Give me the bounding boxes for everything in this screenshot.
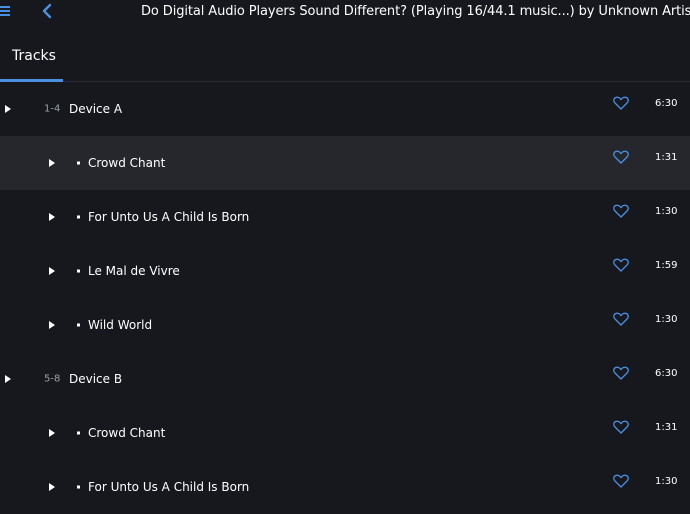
- group-row-device-b[interactable]: 5-8 Device B 6:30: [0, 352, 690, 406]
- duration: 1:30: [655, 206, 678, 217]
- heart-icon[interactable]: [613, 312, 629, 326]
- tab-tracks-label: Tracks: [12, 48, 56, 64]
- tab-tracks[interactable]: Tracks: [0, 26, 63, 82]
- top-bar: Do Digital Audio Players Sound Different…: [0, 0, 690, 26]
- bullet-icon: [77, 161, 80, 165]
- duration: 6:30: [655, 98, 678, 109]
- heart-icon[interactable]: [613, 258, 629, 272]
- heart-icon[interactable]: [613, 204, 629, 218]
- bullet-icon: [77, 269, 80, 273]
- play-icon[interactable]: [49, 159, 55, 167]
- group-row-device-a[interactable]: 1-4 Device A 6:30: [0, 82, 690, 136]
- duration: 1:31: [655, 152, 678, 163]
- group-title: Device B: [69, 372, 123, 386]
- heart-icon[interactable]: [613, 474, 629, 488]
- duration: 1:59: [655, 260, 678, 271]
- heart-icon[interactable]: [613, 420, 629, 434]
- page-title: Do Digital Audio Players Sound Different…: [141, 4, 690, 19]
- hamburger-menu-icon[interactable]: [0, 6, 10, 18]
- bullet-icon: [77, 215, 80, 219]
- track-title: Wild World: [88, 318, 153, 332]
- track-row[interactable]: Le Mal de Vivre 1:59: [0, 244, 690, 298]
- group-title: Device A: [69, 102, 123, 116]
- track-title: Crowd Chant: [88, 156, 166, 170]
- bullet-icon: [77, 485, 80, 489]
- play-icon[interactable]: [5, 375, 11, 383]
- heart-icon[interactable]: [613, 96, 629, 110]
- track-range: 5-8: [44, 373, 61, 385]
- track-list: 1-4 Device A 6:30 Crowd Chant 1:31 For U…: [0, 82, 690, 514]
- play-icon[interactable]: [49, 429, 55, 437]
- bullet-icon: [77, 323, 80, 327]
- track-range: 1-4: [44, 103, 61, 115]
- play-icon[interactable]: [49, 483, 55, 491]
- duration: 1:30: [655, 314, 678, 325]
- duration: 1:31: [655, 422, 678, 433]
- heart-icon[interactable]: [613, 366, 629, 380]
- track-row[interactable]: Wild World 1:30: [0, 298, 690, 352]
- play-icon[interactable]: [5, 105, 11, 113]
- bullet-icon: [77, 431, 80, 435]
- track-row[interactable]: Crowd Chant 1:31: [0, 406, 690, 460]
- track-title: Le Mal de Vivre: [88, 264, 180, 278]
- play-icon[interactable]: [49, 267, 55, 275]
- duration: 1:30: [655, 476, 678, 487]
- chevron-left-icon[interactable]: [40, 2, 54, 20]
- track-title: Crowd Chant: [88, 426, 166, 440]
- tab-bar: Tracks: [0, 26, 690, 82]
- track-row[interactable]: For Unto Us A Child Is Born 1:30: [0, 460, 690, 514]
- heart-icon[interactable]: [613, 150, 629, 164]
- track-title: For Unto Us A Child Is Born: [88, 210, 250, 224]
- play-icon[interactable]: [49, 321, 55, 329]
- duration: 6:30: [655, 368, 678, 379]
- track-row[interactable]: Crowd Chant 1:31: [0, 136, 690, 190]
- play-icon[interactable]: [49, 213, 55, 221]
- track-title: For Unto Us A Child Is Born: [88, 480, 250, 494]
- track-row[interactable]: For Unto Us A Child Is Born 1:30: [0, 190, 690, 244]
